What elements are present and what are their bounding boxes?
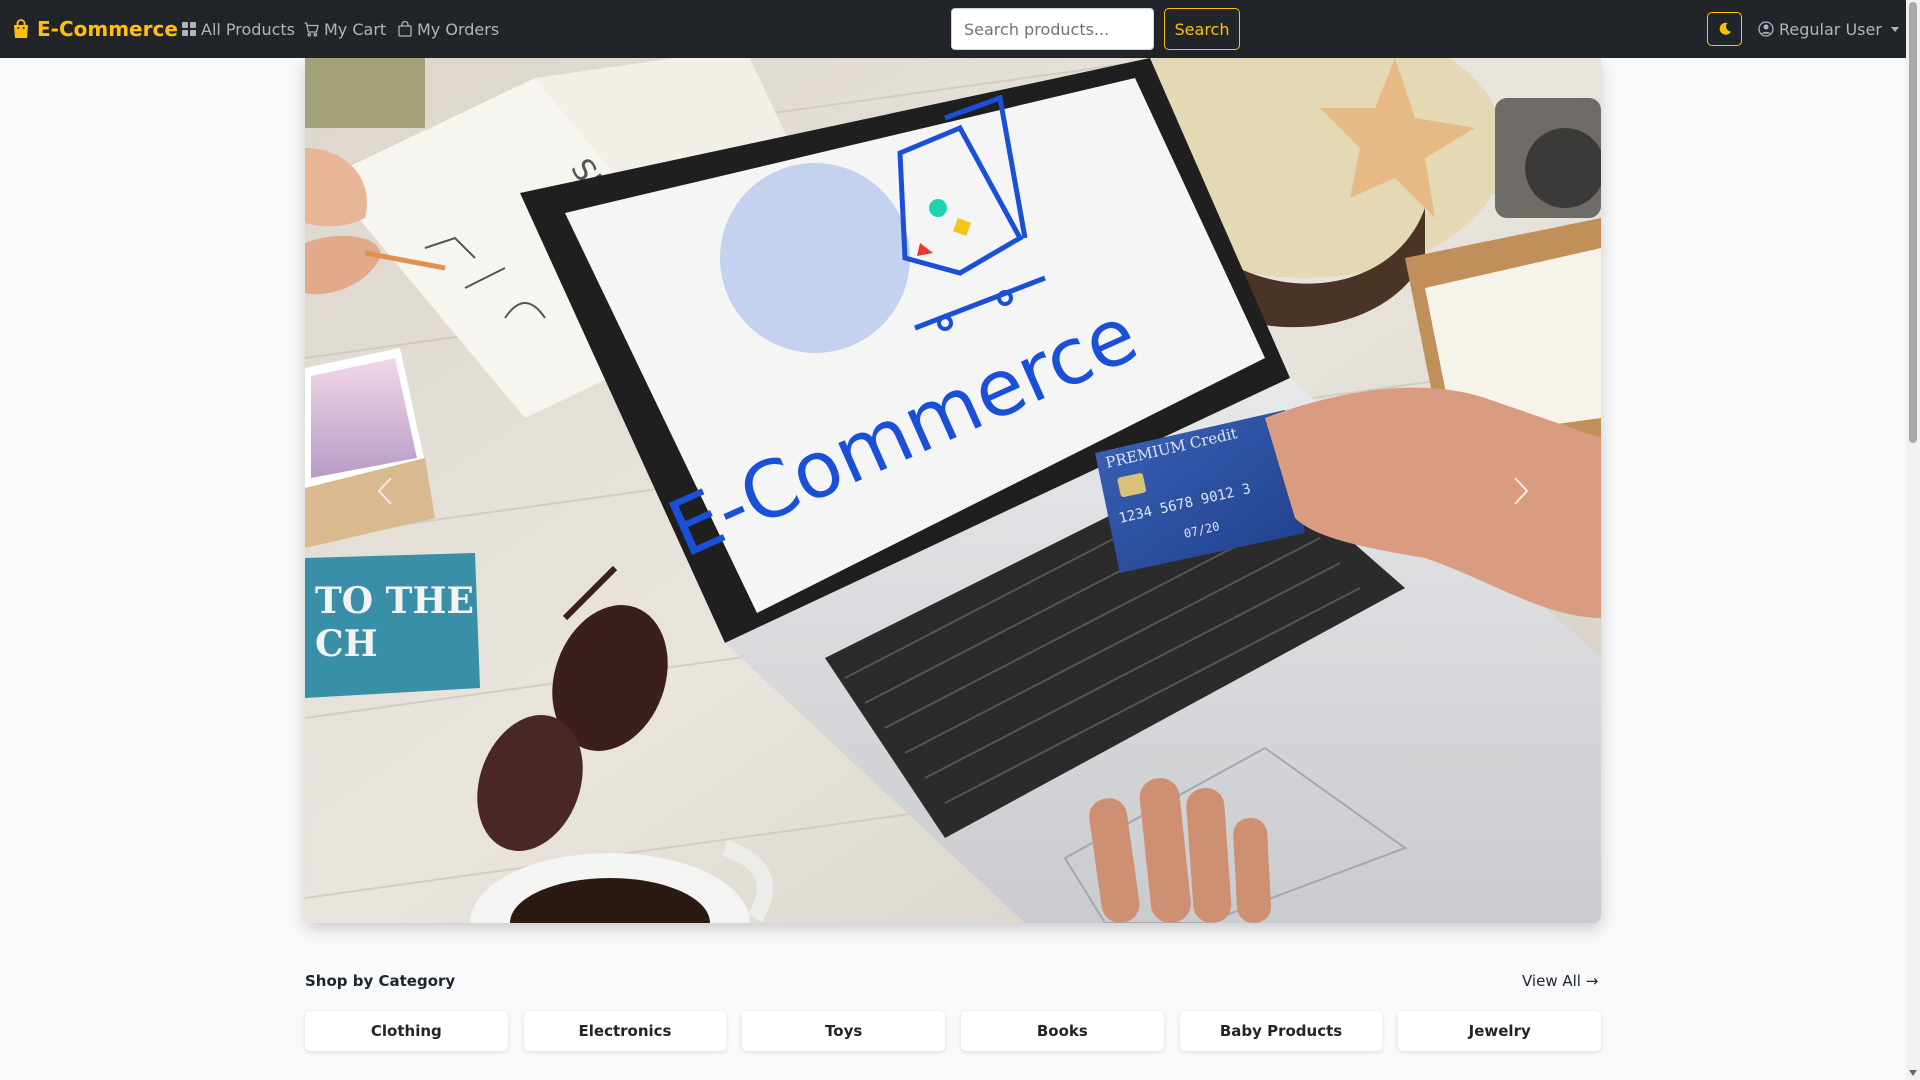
view-all-link[interactable]: View All → bbox=[1522, 972, 1598, 990]
category-card-clothing[interactable]: Clothing bbox=[305, 1011, 508, 1051]
chevron-down-icon bbox=[1890, 26, 1899, 32]
person-circle-icon bbox=[1758, 21, 1774, 37]
category-card-baby-products[interactable]: Baby Products bbox=[1179, 1011, 1383, 1051]
hero-carousel: SUMMER TO THE CH bbox=[305, 58, 1601, 923]
chevron-left-icon bbox=[377, 476, 392, 505]
nav-all-products[interactable]: All Products bbox=[182, 0, 295, 58]
search-input[interactable] bbox=[951, 8, 1154, 50]
category-card-electronics[interactable]: Electronics bbox=[523, 1011, 727, 1051]
page-scrollbar[interactable] bbox=[1906, 0, 1920, 1080]
nav-all-products-label: All Products bbox=[201, 19, 296, 39]
scroll-down-arrow-icon[interactable] bbox=[1909, 1070, 1917, 1076]
cart-icon bbox=[304, 21, 319, 37]
top-navbar: E-Commerce All Products My Cart My Order… bbox=[0, 0, 1906, 58]
nav-my-orders-label: My Orders bbox=[417, 19, 500, 39]
carousel-next-button[interactable] bbox=[1441, 58, 1601, 923]
grid-icon bbox=[182, 22, 196, 36]
carousel-prev-button[interactable] bbox=[305, 58, 465, 923]
category-card-toys[interactable]: Toys bbox=[742, 1011, 946, 1051]
scrollbar-thumb[interactable] bbox=[1909, 2, 1917, 443]
category-list: Clothing Electronics Toys Books Baby Pro… bbox=[305, 1011, 1602, 1051]
chevron-right-icon bbox=[1514, 476, 1529, 505]
user-name: Regular User bbox=[1779, 19, 1882, 39]
nav-my-cart-label: My Cart bbox=[324, 19, 387, 39]
brand-link[interactable]: E-Commerce bbox=[12, 0, 178, 58]
category-card-jewelry[interactable]: Jewelry bbox=[1398, 1011, 1602, 1051]
shopping-bag-icon bbox=[14, 19, 28, 38]
hero-banner-image: SUMMER TO THE CH bbox=[305, 58, 1601, 923]
bag-icon bbox=[398, 21, 412, 37]
moon-icon bbox=[1719, 22, 1731, 35]
nav-my-orders[interactable]: My Orders bbox=[398, 0, 499, 58]
category-card-books[interactable]: Books bbox=[961, 1011, 1164, 1051]
category-heading: Shop by Category bbox=[305, 972, 456, 990]
nav-my-cart[interactable]: My Cart bbox=[304, 0, 386, 58]
brand-name: E-Commerce bbox=[37, 17, 178, 41]
search-button[interactable]: Search bbox=[1164, 8, 1240, 50]
theme-toggle-button[interactable] bbox=[1707, 12, 1742, 46]
user-dropdown[interactable]: Regular User bbox=[1758, 0, 1899, 58]
